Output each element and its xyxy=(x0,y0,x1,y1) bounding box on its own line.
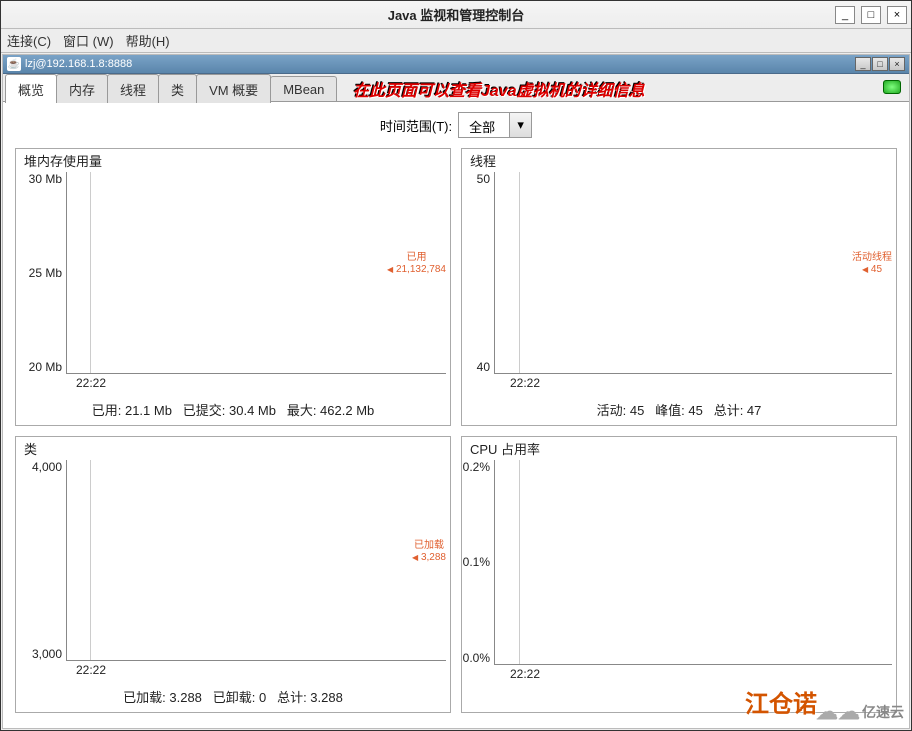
tab-mbean[interactable]: MBean xyxy=(270,76,337,101)
tab-memory[interactable]: 内存 xyxy=(56,74,108,103)
window-controls: _ □ × xyxy=(835,6,907,24)
classes-yaxis: 4,000 3,000 xyxy=(18,460,66,662)
threads-legend: 活动线程 ◀ 45 xyxy=(852,252,892,276)
heap-plot-area: 30 Mb 25 Mb 20 Mb 已用 ◀ 21,132,784 xyxy=(16,170,450,376)
chevron-down-icon[interactable]: ▾ xyxy=(509,113,531,137)
overview-content: 时间范围(T): 全部 ▾ 堆内存使用量 30 Mb 25 Mb 20 Mb xyxy=(3,102,909,727)
heap-panel: 堆内存使用量 30 Mb 25 Mb 20 Mb 已用 ◀ 21,132,78 xyxy=(15,148,451,426)
heap-title: 堆内存使用量 xyxy=(16,149,450,170)
timerange-row: 时间范围(T): 全部 ▾ xyxy=(9,112,903,138)
cpu-ytick-mid: 0.1% xyxy=(463,555,494,569)
classes-xaxis: 22:22 xyxy=(16,663,450,681)
tab-row: 概览 内存 线程 类 VM 概要 MBean 在此页面可以查看Java虚拟机的详… xyxy=(3,74,909,102)
classes-ytick-top: 4,000 xyxy=(32,460,66,474)
heap-ytick-bot: 20 Mb xyxy=(29,360,66,374)
threads-xaxis: 22:22 xyxy=(462,376,896,394)
threads-legend-label: 活动线程 xyxy=(852,252,892,264)
cpu-xaxis: 22:22 xyxy=(462,667,896,685)
cpu-ytick-bot: 0.0% xyxy=(463,651,494,665)
maximize-button[interactable]: □ xyxy=(861,6,881,24)
classes-ytick-bot: 3,000 xyxy=(32,647,66,661)
classes-statusline: 已加载: 3.288 已卸载: 0 总计: 3.288 xyxy=(16,681,450,712)
cloud-icon: ☁☁ xyxy=(816,699,860,725)
heap-ytick-top: 30 Mb xyxy=(29,172,66,186)
threads-plot-area: 50 40 活动线程 ◀ 45 xyxy=(462,170,896,376)
menu-help[interactable]: 帮助(H) xyxy=(126,31,170,50)
timerange-label: 时间范围(T): xyxy=(380,116,452,135)
tab-vm-summary[interactable]: VM 概要 xyxy=(196,74,271,103)
menubar: 连接(C) 窗口 (W) 帮助(H) xyxy=(1,29,911,53)
cpu-yaxis: 0.2% 0.1% 0.0% xyxy=(464,460,494,666)
connection-status-icon xyxy=(883,80,901,94)
internal-title-text: lzj@192.168.1.8:8888 xyxy=(25,58,132,70)
heap-statusline: 已用: 21.1 Mb 已提交: 30.4 Mb 最大: 462.2 Mb xyxy=(16,394,450,425)
threads-statusline: 活动: 45 峰值: 45 总计: 47 xyxy=(462,394,896,425)
window-title: Java 监视和管理控制台 xyxy=(1,5,911,24)
watermark-text: 江仓诺 xyxy=(745,684,817,719)
cpu-plot[interactable] xyxy=(494,460,892,666)
classes-legend-value: 3,288 xyxy=(421,552,446,563)
chart-grid: 堆内存使用量 30 Mb 25 Mb 20 Mb 已用 ◀ 21,132,78 xyxy=(9,148,903,713)
threads-status-live: 活动: 45 xyxy=(597,403,645,418)
classes-title: 类 xyxy=(16,437,450,458)
heap-yaxis: 30 Mb 25 Mb 20 Mb xyxy=(18,172,66,374)
internal-controls: _ □ × xyxy=(855,57,905,71)
internal-minimize-button[interactable]: _ xyxy=(855,57,871,71)
watermark-logo: ☁☁ 亿速云 xyxy=(816,699,904,725)
heap-ytick-mid: 25 Mb xyxy=(29,266,66,280)
tab-classes[interactable]: 类 xyxy=(158,74,197,103)
threads-status-total: 总计: 47 xyxy=(714,403,762,418)
classes-status-total: 总计: 3.288 xyxy=(277,690,343,705)
cpu-panel: CPU 占用率 0.2% 0.1% 0.0% 22:22 xyxy=(461,436,897,714)
heap-legend-label: 已用 xyxy=(387,252,446,264)
java-icon: ☕ xyxy=(7,57,21,71)
classes-status-loaded: 已加载: 3.288 xyxy=(123,690,202,705)
classes-plot[interactable] xyxy=(66,460,446,662)
internal-close-button[interactable]: × xyxy=(889,57,905,71)
cpu-ytick-top: 0.2% xyxy=(463,460,494,474)
internal-maximize-button[interactable]: □ xyxy=(872,57,888,71)
minimize-button[interactable]: _ xyxy=(835,6,855,24)
close-button[interactable]: × xyxy=(887,6,907,24)
threads-plot[interactable] xyxy=(494,172,892,374)
heap-status-max: 最大: 462.2 Mb xyxy=(287,403,374,418)
heap-status-commit: 已提交: 30.4 Mb xyxy=(183,403,276,418)
threads-ytick-bot: 40 xyxy=(477,360,494,374)
threads-panel: 线程 50 40 活动线程 ◀ 45 xyxy=(461,148,897,426)
menu-window[interactable]: 窗口 (W) xyxy=(63,31,114,50)
classes-status-unloaded: 已卸载: 0 xyxy=(213,690,266,705)
mdi-area: ☕ lzj@192.168.1.8:8888 _ □ × 概览 内存 线程 类 … xyxy=(2,54,910,729)
timerange-dropdown[interactable]: 全部 ▾ xyxy=(458,112,532,138)
classes-panel: 类 4,000 3,000 已加载 ◀ 3,288 xyxy=(15,436,451,714)
titlebar: Java 监视和管理控制台 _ □ × xyxy=(1,1,911,29)
cpu-plot-area: 0.2% 0.1% 0.0% xyxy=(462,458,896,668)
classes-legend: 已加载 ◀ 3,288 xyxy=(412,540,446,564)
cpu-title: CPU 占用率 xyxy=(462,437,896,458)
main-window: Java 监视和管理控制台 _ □ × 连接(C) 窗口 (W) 帮助(H) ☕… xyxy=(0,0,912,731)
timerange-value: 全部 xyxy=(459,113,509,137)
threads-ytick-top: 50 xyxy=(477,172,494,186)
threads-legend-value: 45 xyxy=(871,264,882,275)
heap-xaxis: 22:22 xyxy=(16,376,450,394)
threads-title: 线程 xyxy=(462,149,896,170)
threads-yaxis: 50 40 xyxy=(464,172,494,374)
heap-status-used: 已用: 21.1 Mb xyxy=(92,403,172,418)
tab-overview[interactable]: 概览 xyxy=(5,74,57,103)
watermark-logo-text: 亿速云 xyxy=(862,702,904,722)
heap-legend: 已用 ◀ 21,132,784 xyxy=(387,252,446,276)
internal-titlebar: ☕ lzj@192.168.1.8:8888 _ □ × xyxy=(3,55,909,74)
heap-legend-value: 21,132,784 xyxy=(396,264,446,275)
tab-threads[interactable]: 线程 xyxy=(107,74,159,103)
classes-plot-area: 4,000 3,000 已加载 ◀ 3,288 xyxy=(16,458,450,664)
classes-legend-label: 已加载 xyxy=(412,540,446,552)
annotation-overlay: 在此页面可以查看Java虚拟机的详细信息 xyxy=(353,77,645,101)
threads-status-peak: 峰值: 45 xyxy=(655,403,703,418)
menu-connect[interactable]: 连接(C) xyxy=(7,31,51,50)
